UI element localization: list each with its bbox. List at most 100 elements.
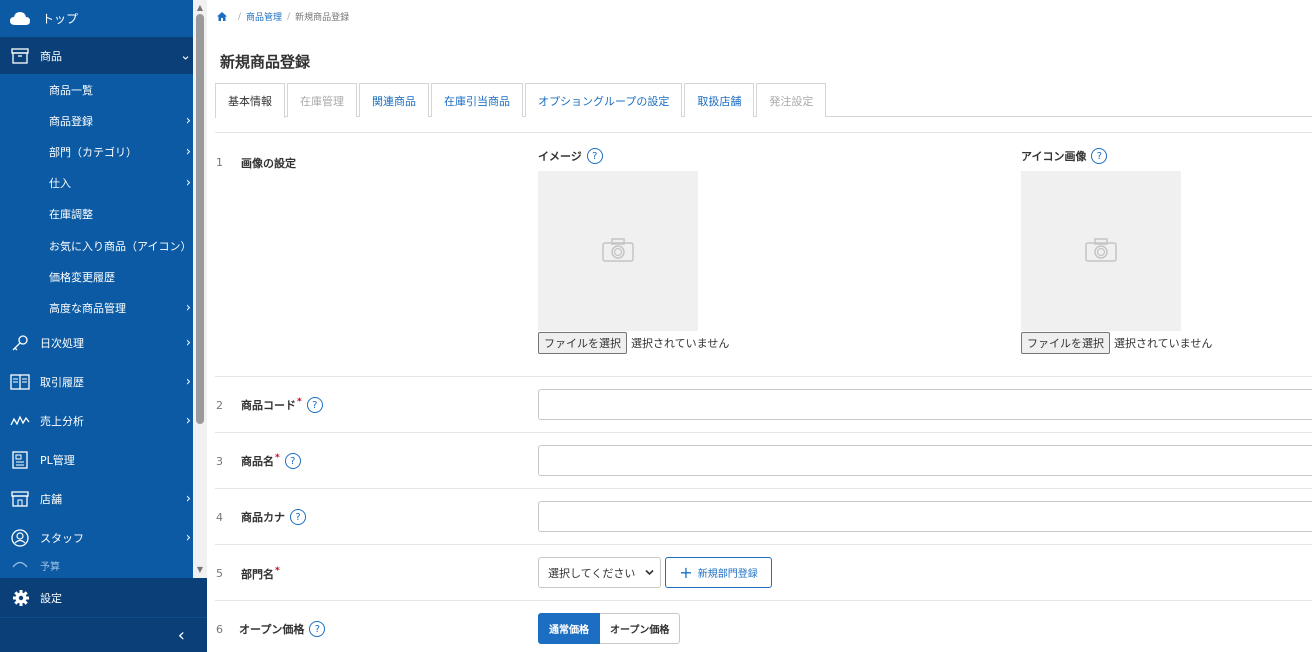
- cloud-icon: [10, 11, 30, 26]
- product-kana-label: 商品カナ ?: [241, 509, 306, 525]
- chevron-down-icon: ⌄: [180, 48, 191, 63]
- row-number: 5: [216, 567, 223, 580]
- image-file-picker: ファイルを選択 選択されていません: [538, 332, 729, 354]
- breadcrumb-separator: /: [287, 11, 291, 22]
- sidebar-scrollbar[interactable]: ▲ ▼: [193, 0, 207, 578]
- icon-file-picker: ファイルを選択 選択されていません: [1021, 332, 1212, 354]
- regular-price-option[interactable]: 通常価格: [538, 613, 600, 644]
- sidebar-item-top[interactable]: トップ: [0, 0, 193, 37]
- submenu-item-price-history[interactable]: 価格変更履歴: [0, 261, 193, 292]
- chevron-down-icon: [645, 567, 654, 580]
- sidebar-item-label: PL管理: [40, 454, 75, 467]
- chevron-right-icon: ›: [185, 491, 191, 507]
- divider: [215, 376, 1312, 377]
- sidebar-item-label: 商品: [40, 49, 62, 63]
- sidebar-item-store[interactable]: 店舗 ›: [0, 480, 193, 519]
- sidebar-item-settings[interactable]: 設定: [0, 578, 207, 617]
- chevron-right-icon: ›: [185, 413, 191, 429]
- submenu-item-advanced[interactable]: 高度な商品管理 ›: [0, 292, 193, 323]
- scroll-up-arrow-icon[interactable]: ▲: [193, 0, 207, 14]
- help-icon[interactable]: ?: [290, 509, 306, 525]
- tab-basic-info[interactable]: 基本情報: [215, 83, 285, 118]
- submenu-item-category[interactable]: 部門（カテゴリ） ›: [0, 136, 193, 167]
- sidebar-item-sales[interactable]: 売上分析 ›: [0, 402, 193, 441]
- breadcrumb-separator: /: [238, 11, 242, 22]
- sidebar-item-label: 取引履歴: [40, 376, 84, 389]
- required-mark: *: [297, 397, 302, 407]
- tab-stock-management: 在庫管理: [287, 83, 357, 117]
- sidebar-item-pl[interactable]: PL管理: [0, 441, 193, 480]
- help-icon[interactable]: ?: [284, 453, 301, 469]
- icon-image-label: アイコン画像 ?: [1021, 148, 1108, 164]
- category-select-value: 選択してください: [548, 566, 636, 580]
- submenu-item-purchase[interactable]: 仕入 ›: [0, 168, 193, 199]
- category-select[interactable]: 選択してください: [538, 557, 661, 588]
- key-icon: [9, 334, 31, 352]
- budget-icon: [9, 558, 31, 568]
- help-icon[interactable]: ?: [306, 397, 323, 413]
- product-name-input[interactable]: [538, 445, 1312, 476]
- image-label-text: イメージ: [538, 150, 582, 163]
- submenu-item-product-register[interactable]: 商品登録 ›: [0, 105, 193, 136]
- camera-icon: [1085, 237, 1117, 265]
- scroll-down-arrow-icon[interactable]: ▼: [193, 562, 207, 576]
- image-preview[interactable]: [538, 171, 698, 331]
- ledger-icon: [9, 373, 31, 391]
- submenu-item-label: 仕入: [49, 177, 71, 191]
- tab-order-settings: 発注設定: [756, 83, 827, 117]
- help-icon[interactable]: ?: [586, 148, 603, 164]
- home-icon[interactable]: [217, 12, 227, 21]
- plus-icon: +: [679, 563, 693, 582]
- breadcrumb-current: 新規商品登録: [295, 13, 350, 23]
- product-kana-label-text: 商品カナ: [241, 511, 285, 524]
- icon-image-preview[interactable]: [1021, 171, 1181, 331]
- open-price-option[interactable]: オープン価格: [600, 613, 681, 644]
- sidebar-item-staff[interactable]: スタッフ ›: [0, 519, 193, 558]
- help-icon[interactable]: ?: [309, 621, 326, 637]
- sidebar-menu: トップ 商品 ⌄ 商品一覧 商品登録 › 部門（カテゴリ） › 仕入 › 在庫調…: [0, 0, 193, 578]
- breadcrumb: / 商品管理 / 新規商品登録: [217, 10, 349, 23]
- sidebar-item-label: 予算: [40, 561, 60, 573]
- open-price-toggle: 通常価格 オープン価格: [538, 613, 681, 644]
- row-number: 2: [216, 399, 223, 412]
- chevron-right-icon: ›: [185, 335, 191, 351]
- page-title: 新規商品登録: [220, 53, 311, 71]
- product-kana-input[interactable]: [538, 501, 1312, 532]
- sidebar-item-budget[interactable]: 予算: [0, 558, 193, 578]
- sidebar-item-label: スタッフ: [40, 532, 84, 545]
- sidebar-item-product[interactable]: 商品 ⌄: [0, 37, 193, 74]
- scrollbar-thumb[interactable]: [196, 14, 204, 424]
- staff-icon: [9, 529, 31, 547]
- chevron-right-icon: ›: [185, 374, 191, 390]
- row-number: 3: [216, 455, 223, 468]
- required-mark: *: [275, 453, 280, 463]
- tab-stock-allocation[interactable]: 在庫引当商品: [431, 83, 523, 117]
- product-code-input[interactable]: [538, 389, 1312, 420]
- breadcrumb-product-management[interactable]: 商品管理: [246, 10, 282, 23]
- chevron-right-icon: ›: [185, 530, 191, 546]
- submenu-item-product-list[interactable]: 商品一覧: [0, 74, 193, 105]
- help-icon[interactable]: ?: [1091, 148, 1108, 164]
- sidebar-item-daily[interactable]: 日次処理 ›: [0, 324, 193, 363]
- choose-icon-file-button[interactable]: ファイルを選択: [1021, 332, 1110, 354]
- tab-stores[interactable]: 取扱店舗: [684, 83, 755, 117]
- gear-icon: [10, 589, 32, 607]
- icon-file-status: 選択されていません: [1114, 337, 1213, 350]
- collapse-sidebar-button[interactable]: ‹: [178, 625, 185, 646]
- sidebar-item-history[interactable]: 取引履歴 ›: [0, 363, 193, 402]
- submenu-item-label: 在庫調整: [49, 208, 93, 222]
- choose-image-file-button[interactable]: ファイルを選択: [538, 332, 627, 354]
- tab-related-products[interactable]: 関連商品: [359, 83, 429, 117]
- divider: [215, 432, 1312, 433]
- submenu-item-label: お気に入り商品（アイコン）: [49, 239, 192, 253]
- new-category-button[interactable]: + 新規部門登録: [665, 557, 772, 588]
- product-name-label: 商品名 * ?: [241, 453, 301, 469]
- chart-line-icon: [9, 412, 31, 430]
- submenu-item-label: 部門（カテゴリ）: [49, 145, 137, 159]
- sidebar: トップ 商品 ⌄ 商品一覧 商品登録 › 部門（カテゴリ） › 仕入 › 在庫調…: [0, 0, 207, 652]
- submenu-item-favorites[interactable]: お気に入り商品（アイコン）: [0, 230, 193, 261]
- image-settings-label: 画像の設定: [241, 157, 296, 170]
- tab-option-groups[interactable]: オプショングループの設定: [525, 83, 683, 117]
- row-number: 1: [216, 156, 223, 169]
- submenu-item-stock-adjust[interactable]: 在庫調整: [0, 199, 193, 230]
